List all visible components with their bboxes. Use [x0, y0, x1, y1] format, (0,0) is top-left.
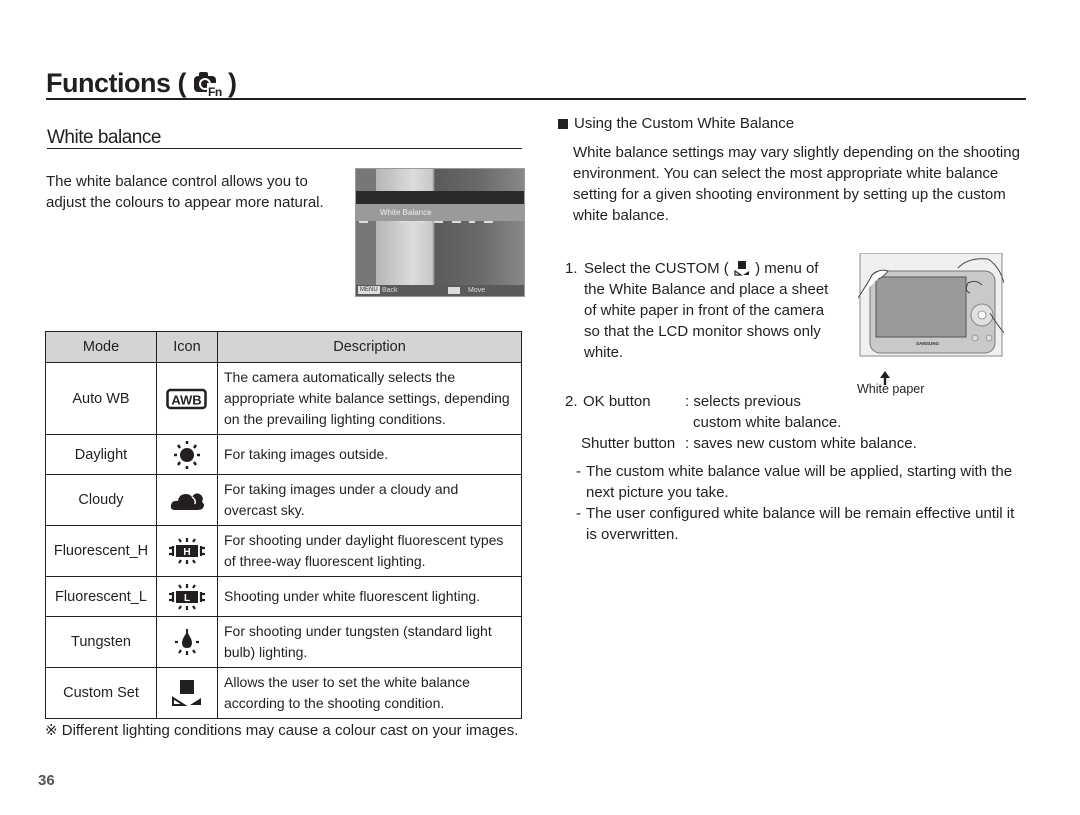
camera-white-paper-illustration: SAMSUNG — [858, 253, 1004, 357]
description-cell: Allows the user to set the white balance… — [217, 667, 522, 719]
title-divider — [46, 98, 1026, 100]
mode-cell: Tungsten — [45, 616, 157, 668]
camera-brand: SAMSUNG — [916, 341, 940, 346]
fluor-l-letter: L — [184, 593, 190, 604]
page-number: 36 — [38, 772, 55, 789]
mode-cell: Custom Set — [45, 667, 157, 719]
awb-icon: AWB — [166, 388, 207, 409]
icon-cell: AWB — [156, 362, 218, 435]
note-item: - The custom white balance value will be … — [576, 463, 1013, 501]
awb-icon-text: AWB — [171, 392, 201, 407]
table-row: Auto WB AWB The camera automatically sel… — [45, 362, 522, 435]
step-1-number: 1. — [565, 260, 578, 277]
lcd-wb-icon-bar — [356, 191, 524, 223]
lcd-move-icon — [448, 287, 460, 294]
icon-cell: H — [156, 525, 218, 577]
table-row: Daylight For taking images outside. — [45, 434, 522, 475]
description-cell: For taking images under a cloudy and ove… — [217, 474, 522, 526]
camera-lcd — [875, 276, 967, 338]
lcd-menu-key: MENU — [358, 286, 380, 294]
header-description: Description — [217, 331, 522, 363]
lcd-bottom-bar: MENU Back Move — [356, 285, 524, 296]
icon-cell — [156, 616, 218, 668]
icon-cell: L — [156, 576, 218, 617]
header-mode: Mode — [45, 331, 157, 363]
intro-text: The white balance control allows you to … — [46, 173, 324, 211]
lcd-photo — [376, 169, 524, 286]
mode-cell: Fluorescent_H — [45, 525, 157, 577]
page-title-close: ) — [227, 68, 237, 98]
daylight-icon — [174, 440, 200, 469]
table-row: Fluorescent_H H For shooting under dayli… — [45, 525, 522, 577]
table-row: Cloudy For taking images under a cloudy … — [45, 474, 522, 526]
page-title-text: Functions ( — [46, 68, 186, 98]
custom-set-inline-icon — [734, 261, 749, 276]
mode-cell: Auto WB — [45, 362, 157, 435]
white-balance-table: Mode Icon Description Auto WB AWB The ca… — [45, 331, 522, 719]
cloudy-icon — [170, 493, 204, 510]
table-row: Fluorescent_L L Shooting under white flu… — [45, 576, 522, 617]
lcd-screenshot: White Balance MENU Back Move — [355, 168, 525, 297]
step-1-pre: Select the CUSTOM ( — [584, 260, 729, 277]
icon-cell — [156, 667, 218, 719]
notes-list: - The custom white balance value will be … — [576, 461, 1026, 545]
step-1: 1. Select the CUSTOM ( ) menu of the Whi… — [565, 258, 835, 363]
description-cell: The camera automatically selects the app… — [217, 362, 522, 435]
fluorescent-l-icon: L — [169, 583, 205, 610]
description-cell: For taking images outside. — [217, 434, 522, 475]
section-divider — [47, 148, 522, 149]
lcd-back-label: Back — [382, 287, 398, 294]
ok-button-desc-cont: custom white balance. — [693, 414, 842, 431]
table-row: Tungsten For shooting under tungsten (st… — [45, 616, 522, 668]
table-header-row: Mode Icon Description — [45, 331, 522, 363]
step-1-text: Select the CUSTOM ( ) menu of the White … — [584, 258, 835, 363]
custom-wb-heading: Using the Custom White Balance — [558, 115, 794, 132]
ok-button-label: OK button — [583, 393, 651, 410]
custom-set-icon — [172, 680, 201, 706]
custom-wb-body: White balance settings may vary slightly… — [573, 144, 1020, 224]
lcd-sidebar — [356, 169, 376, 286]
note-item: - The user configured white balance will … — [576, 505, 1015, 543]
step-2-number: 2. — [565, 393, 578, 410]
fluor-h-letter: H — [183, 547, 190, 558]
description-cell: For shooting under tungsten (standard li… — [217, 616, 522, 668]
tungsten-icon — [175, 629, 199, 655]
custom-wb-heading-text: Using the Custom White Balance — [574, 115, 795, 132]
description-cell: For shooting under daylight fluorescent … — [217, 525, 522, 577]
camera-ok-button — [977, 310, 987, 320]
table-row: Custom Set Allows the user to set the wh… — [45, 667, 522, 719]
page-title: Functions ( Fn ) — [46, 68, 237, 99]
step-2: 2. OK button : selects previous custom w… — [565, 391, 995, 454]
icon-cell — [156, 434, 218, 475]
ok-button-desc: : selects previous — [685, 393, 801, 410]
shutter-button-label: Shutter button — [581, 435, 676, 452]
note-text: The custom white balance value will be a… — [586, 463, 1013, 501]
footnote: ※ Different lighting conditions may caus… — [45, 722, 519, 739]
shutter-button-desc: : saves new custom white balance. — [685, 435, 917, 452]
note-text: The user configured white balance will b… — [586, 505, 1015, 543]
mode-cell: Fluorescent_L — [45, 576, 157, 617]
mode-cell: Cloudy — [45, 474, 157, 526]
icon-cell — [156, 474, 218, 526]
section-title: White balance — [47, 127, 161, 148]
header-icon: Icon — [156, 331, 218, 363]
camera-fn-icon: Fn — [192, 70, 222, 99]
lcd-move-label: Move — [468, 287, 486, 294]
svg-text:Fn: Fn — [208, 85, 222, 98]
fluorescent-h-icon: H — [169, 538, 205, 564]
square-bullet-icon — [558, 118, 568, 129]
lcd-menu-label: White Balance — [356, 204, 524, 221]
mode-cell: Daylight — [45, 434, 157, 475]
description-cell: Shooting under white fluorescent lightin… — [217, 576, 522, 617]
